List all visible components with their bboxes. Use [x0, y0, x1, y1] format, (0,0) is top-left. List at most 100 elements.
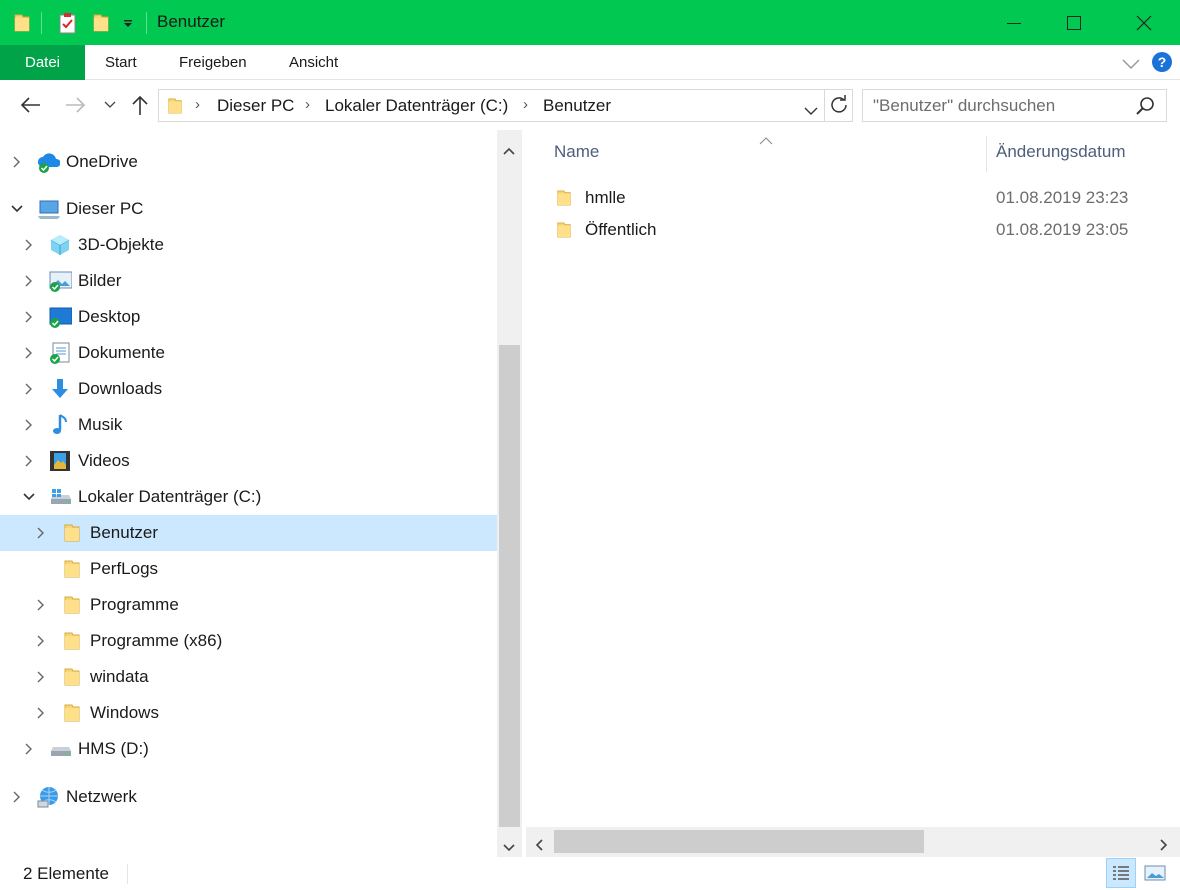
large-icons-view-button[interactable] [1140, 858, 1170, 888]
window-title: Benutzer [157, 12, 226, 31]
breadcrumb-lokaler-datentraeger[interactable]: Lokaler Datenträger (C:) [325, 96, 508, 116]
minimize-icon [1007, 22, 1021, 24]
folder-icon [13, 0, 31, 45]
customize-dropdown-icon[interactable] [122, 0, 134, 45]
chevron-right-icon[interactable] [34, 526, 48, 540]
chevron-right-icon[interactable] [22, 238, 36, 252]
chevron-down-icon[interactable] [22, 490, 36, 504]
file-date: 01.08.2019 23:23 [996, 188, 1129, 207]
sidebar-item-downloads[interactable]: Downloads [0, 371, 497, 407]
item-count: 2 Elemente [23, 864, 109, 883]
scroll-up-icon[interactable] [503, 140, 515, 160]
sidebar-item-3d-objekte[interactable]: 3D-Objekte [0, 227, 497, 263]
details-view-button[interactable] [1106, 858, 1136, 888]
chevron-right-icon[interactable] [22, 310, 36, 324]
folder-icon [60, 665, 84, 689]
large-icons-view-icon [1144, 865, 1166, 881]
network-icon [36, 785, 60, 809]
sidebar-item-desktop[interactable]: Desktop [0, 299, 497, 335]
file-name: hmlle [585, 188, 626, 207]
chevron-right-icon[interactable] [22, 418, 36, 432]
sidebar-item-windata[interactable]: windata [0, 659, 497, 695]
scrollbar-thumb[interactable] [554, 830, 924, 853]
maximize-button[interactable] [1044, 0, 1104, 45]
sidebar-item-musik[interactable]: Musik [0, 407, 497, 443]
navigation-scrollbar[interactable] [497, 130, 522, 857]
recent-locations-button[interactable] [102, 92, 118, 118]
folder-icon [167, 96, 183, 121]
tab-freigeben[interactable]: Freigeben [179, 45, 247, 80]
folder-icon [556, 188, 572, 213]
chevron-right-icon[interactable] [10, 155, 24, 169]
sidebar-item-windows[interactable]: Windows [0, 695, 497, 731]
folder-icon [60, 521, 84, 545]
tab-start[interactable]: Start [105, 45, 137, 80]
drive-icon [48, 485, 72, 509]
sidebar-item-benutzer[interactable]: Benutzer [0, 515, 497, 551]
new-folder-icon[interactable] [92, 0, 110, 45]
sidebar-item-label: PerfLogs [90, 559, 159, 578]
title-bar: Benutzer [0, 0, 1180, 45]
sidebar-item-hms-d[interactable]: HMS (D:) [0, 731, 497, 767]
chevron-right-icon[interactable] [34, 634, 48, 648]
breadcrumb-separator-icon[interactable]: › [523, 96, 528, 113]
chevron-right-icon[interactable] [22, 274, 36, 288]
onedrive-icon [36, 150, 60, 174]
column-header-name[interactable]: Name [554, 142, 599, 162]
list-item[interactable]: hmlle 01.08.2019 23:23 [526, 182, 1180, 214]
chevron-right-icon[interactable] [34, 706, 48, 720]
expand-ribbon-icon[interactable] [1122, 55, 1140, 75]
column-divider[interactable] [986, 136, 987, 172]
sidebar-item-videos[interactable]: Videos [0, 443, 497, 479]
sidebar-item-bilder[interactable]: Bilder [0, 263, 497, 299]
properties-icon[interactable] [58, 0, 78, 45]
chevron-right-icon[interactable] [22, 382, 36, 396]
sidebar-item-dieser-pc[interactable]: Dieser PC [0, 191, 497, 227]
refresh-button[interactable] [829, 95, 849, 120]
scroll-right-icon[interactable] [1160, 836, 1168, 856]
chevron-right-icon[interactable] [10, 790, 24, 804]
refresh-icon [831, 95, 847, 113]
sidebar-item-label: Dieser PC [66, 199, 144, 218]
tab-datei[interactable]: Datei [0, 45, 85, 80]
sidebar-item-onedrive[interactable]: OneDrive [0, 144, 497, 180]
chevron-right-icon[interactable] [22, 346, 36, 360]
chevron-right-icon[interactable] [34, 598, 48, 612]
chevron-down-icon[interactable] [10, 202, 24, 216]
list-item[interactable]: Öffentlich 01.08.2019 23:05 [526, 214, 1180, 246]
sidebar-item-label: Programme (x86) [90, 631, 223, 650]
file-name: Öffentlich [585, 220, 657, 239]
sidebar-item-perflogs[interactable]: PerfLogs [0, 551, 497, 587]
search-input[interactable] [873, 95, 1123, 117]
breadcrumb-benutzer[interactable]: Benutzer [543, 96, 611, 116]
forward-button[interactable] [62, 92, 90, 118]
sidebar-item-programme-x86[interactable]: Programme (x86) [0, 623, 497, 659]
tab-ansicht[interactable]: Ansicht [289, 45, 338, 80]
sidebar-item-lokaler-datentraeger[interactable]: Lokaler Datenträger (C:) [0, 479, 497, 515]
scroll-left-icon[interactable] [535, 836, 543, 856]
minimize-button[interactable] [984, 0, 1044, 45]
up-button[interactable] [128, 92, 152, 118]
help-icon[interactable]: ? [1151, 51, 1173, 78]
column-header-date[interactable]: Änderungsdatum [996, 142, 1125, 162]
chevron-right-icon[interactable] [22, 742, 36, 756]
scrollbar-thumb[interactable] [499, 345, 520, 827]
sidebar-item-netzwerk[interactable]: Netzwerk [0, 779, 497, 815]
sidebar-item-dokumente[interactable]: Dokumente [0, 335, 497, 371]
folder-icon [60, 593, 84, 617]
sidebar-item-programme[interactable]: Programme [0, 587, 497, 623]
horizontal-scrollbar[interactable] [526, 827, 1180, 857]
close-button[interactable] [1114, 0, 1174, 45]
address-dropdown-button[interactable] [804, 101, 818, 121]
back-button[interactable] [16, 92, 44, 118]
chevron-right-icon[interactable] [22, 454, 36, 468]
breadcrumb-separator-icon[interactable]: › [195, 96, 200, 113]
chevron-right-icon[interactable] [34, 670, 48, 684]
address-bar[interactable]: › Dieser PC › Lokaler Datenträger (C:) ›… [158, 89, 853, 122]
search-icon[interactable] [1135, 96, 1155, 121]
sidebar-item-label: Downloads [78, 379, 163, 398]
breadcrumb-dieser-pc[interactable]: Dieser PC [217, 96, 294, 116]
search-box[interactable] [862, 89, 1167, 122]
scroll-down-icon[interactable] [503, 837, 515, 857]
breadcrumb-separator-icon[interactable]: › [305, 96, 310, 113]
